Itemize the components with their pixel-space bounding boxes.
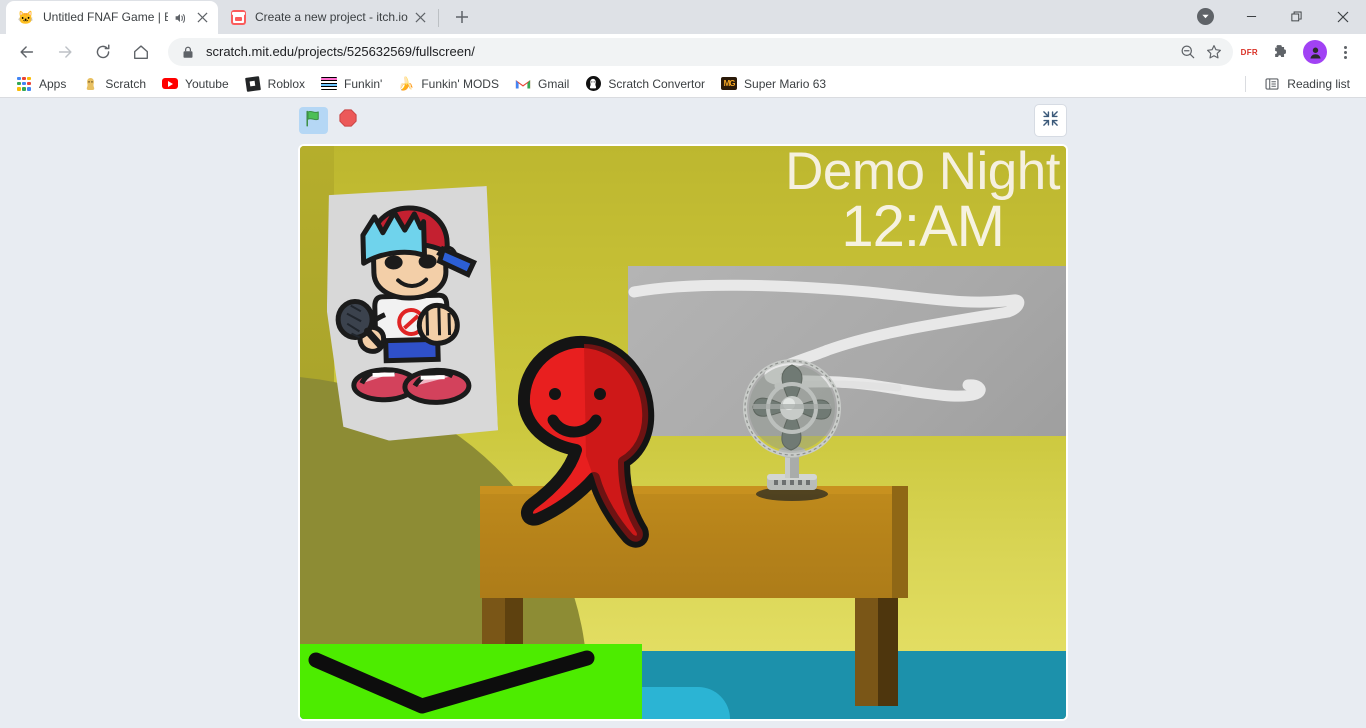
page-bottom: [0, 721, 1366, 728]
stop-sign-icon: [338, 108, 358, 133]
mario-icon: MG: [721, 76, 738, 92]
back-arrow-icon[interactable]: [13, 38, 41, 66]
reading-list-icon: [1264, 76, 1280, 92]
scratch-fullscreen-player: Demo Night 12:AM: [0, 98, 1366, 721]
bookmark-roblox[interactable]: Roblox: [237, 72, 313, 96]
maximize-button[interactable]: [1274, 0, 1320, 33]
update-available-icon[interactable]: [1182, 0, 1228, 33]
tab-separator: [438, 9, 439, 27]
bookmark-scratch-convertor[interactable]: Scratch Convertor: [577, 72, 713, 96]
desk-fan: [743, 358, 841, 501]
url-text: scratch.mit.edu/projects/525632569/fulls…: [206, 44, 475, 59]
desk-side: [892, 485, 908, 598]
bookmark-scratch[interactable]: Scratch: [74, 72, 154, 96]
green-flag-button[interactable]: [299, 107, 328, 135]
player-controls: [0, 98, 1366, 144]
browser-tab-active[interactable]: 🐱 Untitled FNAF Game | Early A: [6, 1, 218, 34]
window-controls: [1182, 0, 1366, 33]
profile-avatar[interactable]: [1303, 40, 1327, 64]
roblox-icon: [244, 75, 261, 92]
reload-icon[interactable]: [89, 38, 117, 66]
bookmark-label: Funkin' MODS: [421, 76, 499, 91]
scratch-stage[interactable]: Demo Night 12:AM: [298, 143, 1068, 721]
address-bar[interactable]: scratch.mit.edu/projects/525632569/fulls…: [168, 38, 1233, 66]
bookmark-funkin-mods[interactable]: 🍌 Funkin' MODS: [390, 72, 507, 96]
green-flag-icon: [304, 109, 323, 133]
browser-toolbar: scratch.mit.edu/projects/525632569/fulls…: [0, 34, 1366, 70]
scratch-favicon: 🐱: [17, 9, 35, 25]
scratch-convertor-icon: [585, 76, 601, 92]
browser-tab-inactive[interactable]: Create a new project - itch.io: [218, 1, 436, 34]
bookmarks-bar: Apps Scratch Youtube Roblox Funkin' 🍌 Fu…: [0, 70, 1366, 98]
stage-title: Demo Night: [785, 143, 1060, 201]
green-banner: [300, 643, 642, 719]
extension-dfr-icon[interactable]: DFR: [1237, 48, 1262, 57]
reading-list-button[interactable]: Reading list: [1256, 72, 1358, 96]
white-squiggle: [628, 279, 1025, 402]
desk-leg-right: [855, 597, 878, 706]
reading-list-label: Reading list: [1287, 77, 1350, 91]
gmail-icon: [515, 76, 531, 92]
new-tab-button[interactable]: [448, 3, 476, 31]
red-blob-character: [517, 335, 655, 548]
banana-icon: 🍌: [398, 75, 415, 91]
scratch-cat-icon: [82, 76, 98, 92]
apps-grid-icon: [16, 76, 32, 92]
star-icon[interactable]: [1201, 39, 1227, 65]
desk-leg-right-shadow: [878, 597, 898, 706]
tab-title: Untitled FNAF Game | Early A: [43, 10, 168, 24]
stop-button[interactable]: [334, 107, 361, 134]
three-dot-menu-icon[interactable]: [1332, 39, 1358, 65]
speaker-icon[interactable]: [172, 10, 188, 26]
bookmark-label: Scratch: [105, 76, 147, 91]
bookmark-label: Youtube: [185, 76, 229, 91]
stage-clock: 12:AM: [841, 193, 1005, 259]
bookmark-label: Roblox: [267, 76, 306, 91]
tab-strip: 🐱 Untitled FNAF Game | Early A Create a …: [0, 0, 1366, 34]
bookmark-label: Apps: [39, 76, 67, 91]
minimize-button[interactable]: [1228, 0, 1274, 33]
close-icon[interactable]: [412, 10, 428, 26]
bookmark-label: Gmail: [537, 76, 570, 91]
bookmark-label: Super Mario 63: [744, 76, 827, 91]
exit-fullscreen-button[interactable]: [1034, 104, 1067, 138]
lock-icon: [182, 46, 196, 59]
bookmark-label: Funkin': [344, 76, 383, 91]
bookmark-label: Scratch Convertor: [608, 76, 706, 91]
fnf-icon: [321, 76, 338, 92]
youtube-icon: [162, 76, 179, 92]
puzzle-piece-icon[interactable]: [1267, 38, 1295, 66]
bookmark-funkin[interactable]: Funkin': [313, 72, 390, 96]
forward-arrow-icon[interactable]: [51, 38, 79, 66]
tab-title: Create a new project - itch.io: [255, 10, 408, 24]
close-icon[interactable]: [194, 10, 210, 26]
zoom-out-icon[interactable]: [1175, 39, 1201, 65]
bookmark-youtube[interactable]: Youtube: [154, 72, 237, 96]
bookmark-super-mario-63[interactable]: MG Super Mario 63: [713, 72, 834, 96]
boyfriend-poster: [324, 186, 499, 442]
exit-fullscreen-icon: [1042, 110, 1059, 132]
reading-list-area: Reading list: [1245, 70, 1358, 98]
bookmark-apps[interactable]: Apps: [8, 72, 74, 96]
home-icon[interactable]: [127, 38, 155, 66]
bookmarks-divider: [1245, 76, 1247, 92]
close-window-button[interactable]: [1320, 0, 1366, 33]
itchio-favicon: [230, 10, 246, 26]
bookmark-gmail[interactable]: Gmail: [507, 72, 577, 96]
